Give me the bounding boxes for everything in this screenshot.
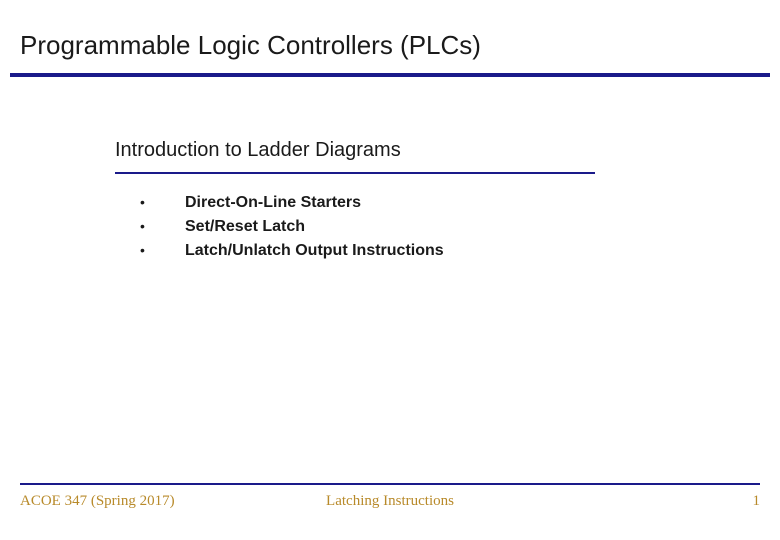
slide-title: Programmable Logic Controllers (PLCs) xyxy=(20,30,760,73)
subtitle-underline xyxy=(115,172,595,174)
footer-right: 1 xyxy=(753,493,761,510)
title-underline xyxy=(10,73,770,77)
bullet-list: • Direct-On-Line Starters • Set/Reset La… xyxy=(140,194,760,260)
bullet-icon: • xyxy=(140,218,185,234)
slide: Programmable Logic Controllers (PLCs) In… xyxy=(0,0,780,540)
bullet-text: Latch/Unlatch Output Instructions xyxy=(185,242,444,260)
bullet-text: Set/Reset Latch xyxy=(185,218,305,236)
bullet-icon: • xyxy=(140,194,185,210)
footer: ACOE 347 (Spring 2017) Latching Instruct… xyxy=(20,493,760,510)
list-item: • Set/Reset Latch xyxy=(140,218,760,236)
footer-left: ACOE 347 (Spring 2017) xyxy=(20,493,175,510)
footer-center: Latching Instructions xyxy=(326,493,454,510)
subtitle-block: Introduction to Ladder Diagrams xyxy=(115,139,595,174)
bullet-icon: • xyxy=(140,242,185,258)
footer-divider xyxy=(20,483,760,485)
bullet-text: Direct-On-Line Starters xyxy=(185,194,361,212)
list-item: • Direct-On-Line Starters xyxy=(140,194,760,212)
list-item: • Latch/Unlatch Output Instructions xyxy=(140,242,760,260)
slide-subtitle: Introduction to Ladder Diagrams xyxy=(115,139,595,172)
